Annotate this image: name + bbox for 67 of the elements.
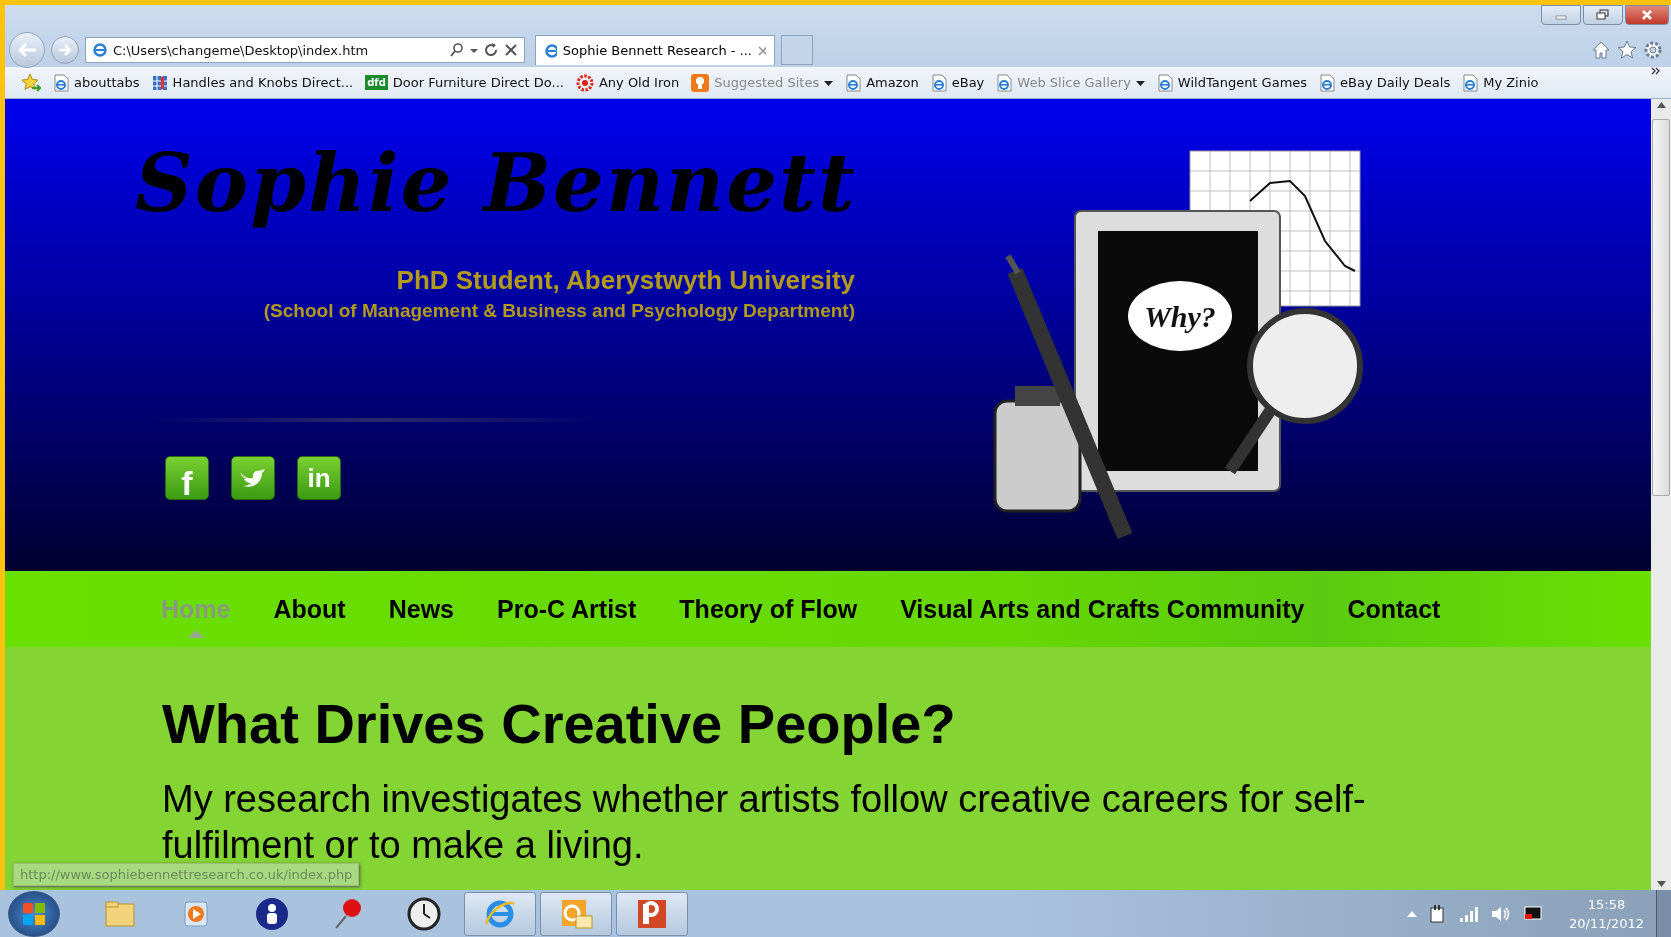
page-icon <box>53 73 69 92</box>
monitor-icon[interactable] <box>1523 905 1544 922</box>
site-logo: dfd <box>365 75 388 90</box>
close-icon[interactable] <box>758 45 766 56</box>
chevron-icon[interactable] <box>1651 67 1661 75</box>
stop-icon[interactable] <box>504 43 518 57</box>
nav-link[interactable]: Pro-C Artist <box>497 578 637 640</box>
favorite-link[interactable]: dfd Door Furniture Direct Do... <box>365 75 564 90</box>
dropdown-icon[interactable] <box>824 78 834 87</box>
star-icon[interactable] <box>1617 40 1637 60</box>
department-text: (School of Management & Business and Psychology Department) <box>262 300 856 322</box>
nav-link[interactable]: Visual Arts and Crafts Community <box>900 578 1305 640</box>
twitter-button[interactable] <box>231 456 275 500</box>
page-icon <box>1156 73 1173 92</box>
favorite-link[interactable]: Handles and Knobs Direct... <box>151 74 354 91</box>
forward-arrow-icon <box>57 43 73 57</box>
page-icon <box>1319 73 1336 92</box>
page-icon <box>930 73 947 92</box>
nav-link[interactable]: News <box>388 578 454 640</box>
favorite-link[interactable]: WildTangent Games <box>1156 73 1308 92</box>
scrollbar[interactable] <box>1651 99 1671 890</box>
signal-icon[interactable] <box>1459 905 1480 922</box>
settings-icon[interactable] <box>1643 40 1663 60</box>
speaker-icon[interactable] <box>1491 904 1512 923</box>
address-text: C:\Users\changeme\Desktop\index.htm <box>113 42 370 58</box>
search-icon[interactable] <box>449 42 465 58</box>
favorite-link[interactable]: Any Old Iron <box>575 73 680 92</box>
page-icon <box>1462 73 1479 92</box>
address-bar[interactable]: C:\Users\changeme\Desktop\index.htm <box>85 37 525 63</box>
favorite-link[interactable]: abouttabs <box>53 73 140 92</box>
favorite-link[interactable]: My Zinio <box>1462 73 1539 92</box>
close-button[interactable] <box>1625 5 1669 25</box>
scroll-down-icon[interactable] <box>1656 878 1666 890</box>
page-heading: What Drives Creative People? <box>162 691 957 756</box>
refresh-icon[interactable] <box>483 42 499 58</box>
illustration-text: Why? <box>1144 300 1216 333</box>
show-hidden-icon[interactable] <box>1407 909 1418 918</box>
site-logo: Sophie Bennett <box>134 135 859 232</box>
close-icon <box>1640 9 1654 21</box>
browser-tab[interactable]: Sophie Bennett Research - ... <box>535 35 775 65</box>
restore-button[interactable] <box>1583 5 1623 25</box>
nav-link[interactable]: Contact <box>1347 578 1441 640</box>
favorite-link[interactable]: eBay <box>930 73 985 92</box>
back-button[interactable] <box>9 32 45 68</box>
status-url: http://www.sophiebennettresearch.co.uk/index.php <box>13 863 360 886</box>
lightbulb-icon <box>691 73 710 92</box>
scroll-up-icon[interactable] <box>1656 99 1666 111</box>
dropdown-icon[interactable] <box>1135 78 1145 87</box>
bird-icon <box>238 466 268 490</box>
favorites-star-icon[interactable] <box>21 72 41 93</box>
subtitle: PhD Student, Aberystwyth University <box>395 265 856 296</box>
minimize-button[interactable] <box>1541 5 1581 25</box>
favorite-link[interactable]: eBay Daily Deals <box>1319 73 1451 92</box>
start-button[interactable] <box>8 890 60 937</box>
user-icon <box>254 895 290 932</box>
favorite-link[interactable]: Amazon <box>845 73 919 92</box>
clock-icon <box>406 895 442 932</box>
grid-icon <box>151 74 168 91</box>
forward-button[interactable] <box>51 36 79 64</box>
back-arrow-icon <box>16 41 38 59</box>
home-icon[interactable] <box>1591 40 1611 60</box>
page-icon <box>996 73 1013 92</box>
gear-icon <box>575 73 594 92</box>
restore-icon <box>1596 9 1610 21</box>
page-icon <box>845 73 862 92</box>
nav-link[interactable]: About <box>273 578 346 640</box>
nav-link[interactable]: Theory of Flow <box>679 578 858 640</box>
